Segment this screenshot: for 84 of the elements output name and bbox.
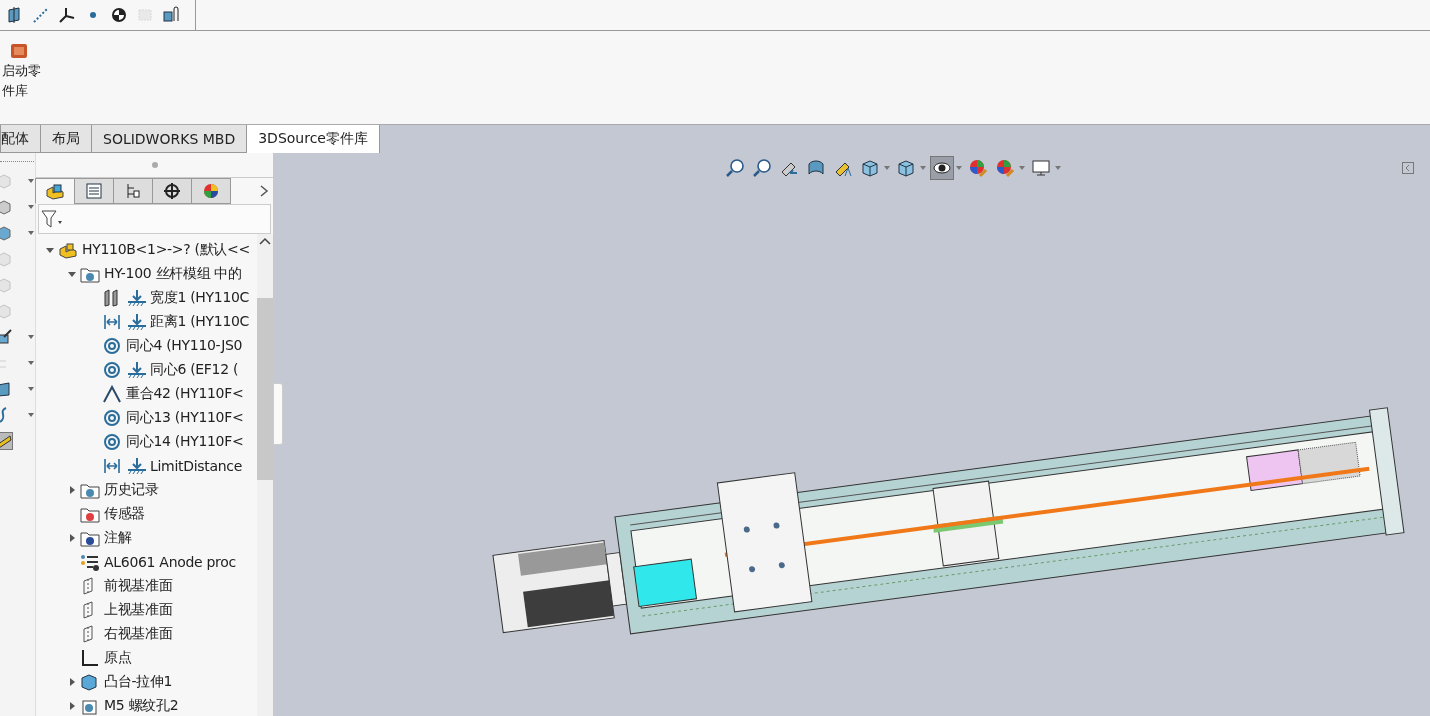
collapse-handle[interactable] <box>273 383 283 445</box>
coincident-mate-icon <box>102 385 122 403</box>
library-3d-icon <box>10 43 28 59</box>
chevron-right-icon[interactable] <box>259 184 269 198</box>
annotation-folder-icon <box>80 529 100 547</box>
dimxpert-icon <box>162 182 182 200</box>
scene-icon[interactable] <box>994 157 1016 179</box>
tree-item[interactable]: 右视基准面 <box>104 625 173 643</box>
ribbon-tab[interactable]: SOLIDWORKS MBD <box>91 125 248 153</box>
caret-icon[interactable] <box>920 166 926 170</box>
expand-arrow-icon[interactable] <box>67 533 77 543</box>
collapse-arrow-icon[interactable] <box>45 245 55 255</box>
expand-arrow-icon[interactable] <box>67 677 77 687</box>
tree-item[interactable]: 宽度1 (HY110C <box>150 289 250 307</box>
tree-item[interactable]: 注解 <box>104 529 132 547</box>
concentric-mate-icon <box>102 337 122 355</box>
tree-item[interactable]: 传感器 <box>104 505 146 523</box>
material-icon <box>80 553 100 571</box>
scrollbar-thumb[interactable] <box>257 298 273 480</box>
feature-manager-icon <box>45 182 65 200</box>
zoom-area-icon[interactable] <box>751 157 773 179</box>
assembly-icon <box>58 241 78 259</box>
expand-arrow-icon[interactable] <box>67 485 77 495</box>
filter-icon <box>41 209 63 229</box>
resize-handle[interactable] <box>151 162 158 168</box>
caret-icon[interactable] <box>1019 166 1025 170</box>
box-icon[interactable] <box>0 225 12 241</box>
tree-item[interactable]: 凸台-拉伸1 <box>104 673 173 691</box>
history-folder-icon <box>80 481 100 499</box>
caret-icon[interactable] <box>884 166 890 170</box>
wand-icon[interactable] <box>0 329 12 345</box>
origin-icon <box>80 649 100 667</box>
tree-item[interactable]: 同心4 (HY110-JS0 <box>126 337 243 355</box>
property-manager-tab[interactable] <box>74 178 114 204</box>
caret-icon[interactable] <box>956 166 962 170</box>
tree-item[interactable]: HY110B<1>->? (默认<< <box>82 241 250 259</box>
tree-item[interactable]: 距离1 (HY110C <box>150 313 250 331</box>
shell-icon[interactable] <box>0 199 12 215</box>
tree-item[interactable]: 上视基准面 <box>104 601 173 619</box>
filter-field[interactable] <box>38 204 271 234</box>
tree-item[interactable]: 同心13 (HY110F< <box>126 409 244 427</box>
caret-icon[interactable] <box>1055 166 1061 170</box>
ribbon-tab[interactable]: 3DSource零件库 <box>246 125 380 153</box>
view-orientation-icon[interactable] <box>859 157 881 179</box>
axis-icon[interactable] <box>32 6 50 24</box>
distance-mate-icon <box>102 313 122 331</box>
panel-toggle-icon[interactable] <box>1402 162 1414 174</box>
collapse-arrow-icon[interactable] <box>67 269 77 279</box>
zoom-fit-icon[interactable] <box>724 157 746 179</box>
concentric-mate-icon <box>102 361 122 379</box>
tree-item[interactable]: 前视基准面 <box>104 577 173 595</box>
display-manager-icon <box>201 182 221 200</box>
tree-item[interactable]: 原点 <box>104 649 132 667</box>
display-style-icon[interactable] <box>895 157 917 179</box>
expand-arrow-icon[interactable] <box>67 701 77 711</box>
tree-item[interactable]: HY-100 丝杆模组 中的 <box>104 265 242 283</box>
ribbon-tab[interactable]: 配体 <box>0 125 41 153</box>
ruler-icon[interactable] <box>0 433 12 449</box>
property-manager-icon <box>84 182 104 200</box>
ribbon-tab[interactable]: 布局 <box>40 125 92 153</box>
hide-show-icon[interactable] <box>931 157 953 179</box>
mates-folder-icon <box>80 265 100 283</box>
feature-manager-tab[interactable] <box>35 178 75 204</box>
mate-reference-icon[interactable] <box>162 6 180 24</box>
parts-library-button[interactable]: 启动零 件库 <box>0 43 41 101</box>
tree-item[interactable]: 同心14 (HY110F< <box>126 433 244 451</box>
tree-item[interactable]: 同心6 (EF12 ( <box>150 361 239 379</box>
tree-item[interactable]: AL6061 Anode proc <box>104 554 236 570</box>
tree-item[interactable]: LimitDistance <box>150 458 243 474</box>
concentric-mate-icon <box>102 409 122 427</box>
plane-icon[interactable] <box>0 381 12 397</box>
edit-appearance-icon[interactable] <box>967 157 989 179</box>
tree-item[interactable]: 重合42 (HY110F< <box>126 385 244 403</box>
display-manager-tab[interactable] <box>191 178 231 204</box>
extrude-icon <box>80 673 100 691</box>
tree-item[interactable]: 历史记录 <box>104 481 159 499</box>
tree-item[interactable]: M5 螺纹孔2 <box>104 697 179 715</box>
view-settings-icon[interactable] <box>1030 157 1052 179</box>
sensor-folder-icon <box>80 505 100 523</box>
center-of-mass-icon[interactable] <box>110 6 128 24</box>
coordinate-system-icon[interactable] <box>58 6 76 24</box>
concentric-mate-icon <box>102 433 122 451</box>
distance-mate-icon <box>102 457 122 475</box>
dimxpert-tab[interactable] <box>152 178 192 204</box>
